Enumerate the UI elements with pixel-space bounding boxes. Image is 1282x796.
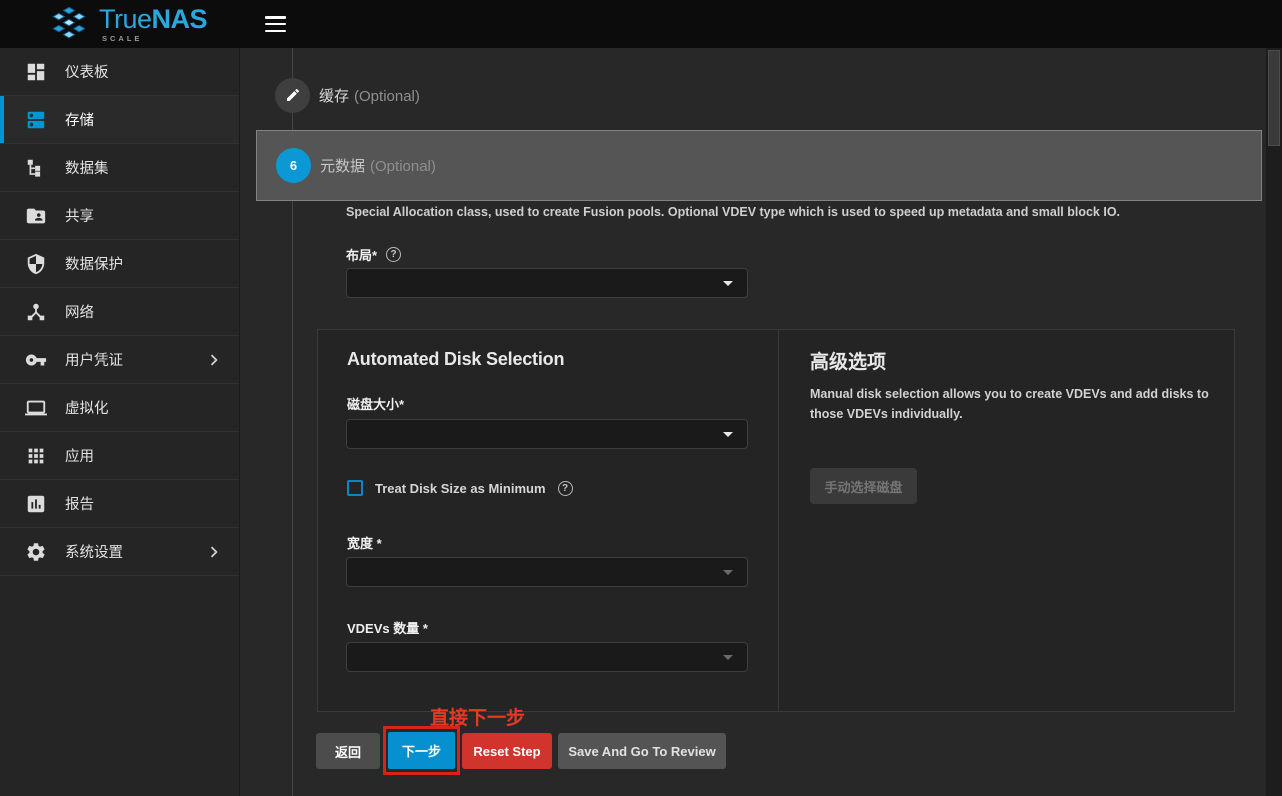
sidebar-item-credentials[interactable]: 用户凭证 [0, 336, 239, 384]
pool-wizard-content: 缓存(Optional) 6 元数据(Optional) Special All… [241, 48, 1282, 796]
sidebar-item-shares[interactable]: 共享 [0, 192, 239, 240]
dropdown-arrow-icon [723, 432, 733, 437]
brand-name: TrueNAS [99, 5, 207, 34]
advanced-section-description: Manual disk selection allows you to crea… [810, 384, 1218, 424]
sidebar: 仪表板 存储 数据集 共享 数据保护 网络 用户凭证 [0, 48, 240, 796]
key-icon [24, 348, 48, 372]
sidebar-item-label: 数据保护 [65, 253, 123, 274]
vdevs-count-select[interactable] [346, 642, 748, 672]
disk-size-select[interactable] [346, 419, 748, 449]
width-field-label: 宽度 * [347, 533, 382, 552]
step-metadata-label: 元数据(Optional) [320, 155, 436, 176]
truenas-app-window: TrueNAS SCALE 仪表板 存储 数据集 共享 数据保护 [0, 0, 1282, 796]
shield-icon [24, 252, 48, 276]
step-icon-circle [275, 78, 310, 113]
menu-toggle-button[interactable] [265, 16, 286, 33]
next-button[interactable]: 下一步 [388, 732, 455, 769]
sidebar-item-dashboard[interactable]: 仪表板 [0, 48, 239, 96]
disk-selection-card: Automated Disk Selection 磁盘大小* Treat Dis… [317, 329, 1235, 712]
sidebar-item-reports[interactable]: 报告 [0, 480, 239, 528]
step-number-badge: 6 [276, 148, 311, 183]
sidebar-item-label: 存储 [65, 109, 94, 130]
shared-folder-icon [24, 204, 48, 228]
treat-min-checkbox[interactable] [347, 480, 363, 496]
chevron-right-icon [203, 349, 225, 371]
step-description: Special Allocation class, used to create… [346, 205, 1236, 219]
dashboard-icon [24, 60, 48, 84]
gear-icon [24, 540, 48, 564]
sidebar-item-label: 报告 [65, 493, 94, 514]
sidebar-item-label: 数据集 [65, 157, 109, 178]
step-header-cache[interactable]: 缓存(Optional) [256, 70, 1261, 120]
sidebar-item-label: 用户凭证 [65, 349, 123, 370]
step-header-metadata[interactable]: 6 元数据(Optional) [256, 130, 1262, 201]
manual-disk-selection-button[interactable]: 手动选择磁盘 [810, 468, 917, 504]
layout-select[interactable] [346, 268, 748, 298]
advanced-section-title: 高级选项 [810, 347, 886, 374]
treat-min-row: Treat Disk Size as Minimum ? [347, 480, 573, 496]
sidebar-item-storage[interactable]: 存储 [0, 96, 239, 144]
width-select[interactable] [346, 557, 748, 587]
dropdown-arrow-icon [723, 655, 733, 660]
hamburger-menu-icon [265, 16, 286, 19]
vdevs-count-label: VDEVs 数量 * [347, 618, 428, 637]
scrollbar-thumb[interactable] [1268, 50, 1280, 146]
dropdown-arrow-icon [723, 281, 733, 286]
dropdown-arrow-icon [723, 570, 733, 575]
truenas-logo: TrueNAS SCALE [46, 5, 207, 43]
sidebar-item-label: 共享 [65, 205, 94, 226]
laptop-icon [24, 396, 48, 420]
annotation-box: 下一步 [383, 726, 460, 775]
scrollbar-track[interactable] [1266, 48, 1282, 796]
auto-section-title: Automated Disk Selection [347, 349, 564, 370]
sidebar-item-datasets[interactable]: 数据集 [0, 144, 239, 192]
bar-chart-icon [24, 492, 48, 516]
topbar: TrueNAS SCALE [0, 0, 1282, 48]
layout-field-label: 布局* ? [346, 245, 401, 264]
save-review-button[interactable]: Save And Go To Review [558, 733, 726, 769]
sidebar-item-network[interactable]: 网络 [0, 288, 239, 336]
sidebar-item-label: 虚拟化 [65, 397, 109, 418]
sidebar-item-label: 仪表板 [65, 61, 109, 82]
dataset-tree-icon [24, 156, 48, 180]
network-hub-icon [24, 300, 48, 324]
sidebar-item-label: 系统设置 [65, 541, 123, 562]
apps-grid-icon [24, 444, 48, 468]
treat-min-label: Treat Disk Size as Minimum [375, 481, 546, 496]
sidebar-item-virtualization[interactable]: 虚拟化 [0, 384, 239, 432]
edit-icon [285, 87, 301, 103]
disk-size-label: 磁盘大小* [347, 394, 404, 413]
chevron-right-icon [203, 541, 225, 563]
brand-subtitle: SCALE [102, 35, 207, 43]
sidebar-item-system-settings[interactable]: 系统设置 [0, 528, 239, 576]
sidebar-item-apps[interactable]: 应用 [0, 432, 239, 480]
section-divider [778, 330, 779, 711]
truenas-logo-icon [46, 5, 92, 42]
step-cache-label: 缓存(Optional) [319, 85, 420, 106]
storage-icon [24, 108, 48, 132]
back-button[interactable]: 返回 [316, 733, 380, 769]
reset-step-button[interactable]: Reset Step [462, 733, 552, 769]
sidebar-item-label: 网络 [65, 301, 94, 322]
sidebar-item-label: 应用 [65, 445, 94, 466]
help-icon[interactable]: ? [558, 481, 573, 496]
sidebar-item-data-protection[interactable]: 数据保护 [0, 240, 239, 288]
help-icon[interactable]: ? [386, 247, 401, 262]
